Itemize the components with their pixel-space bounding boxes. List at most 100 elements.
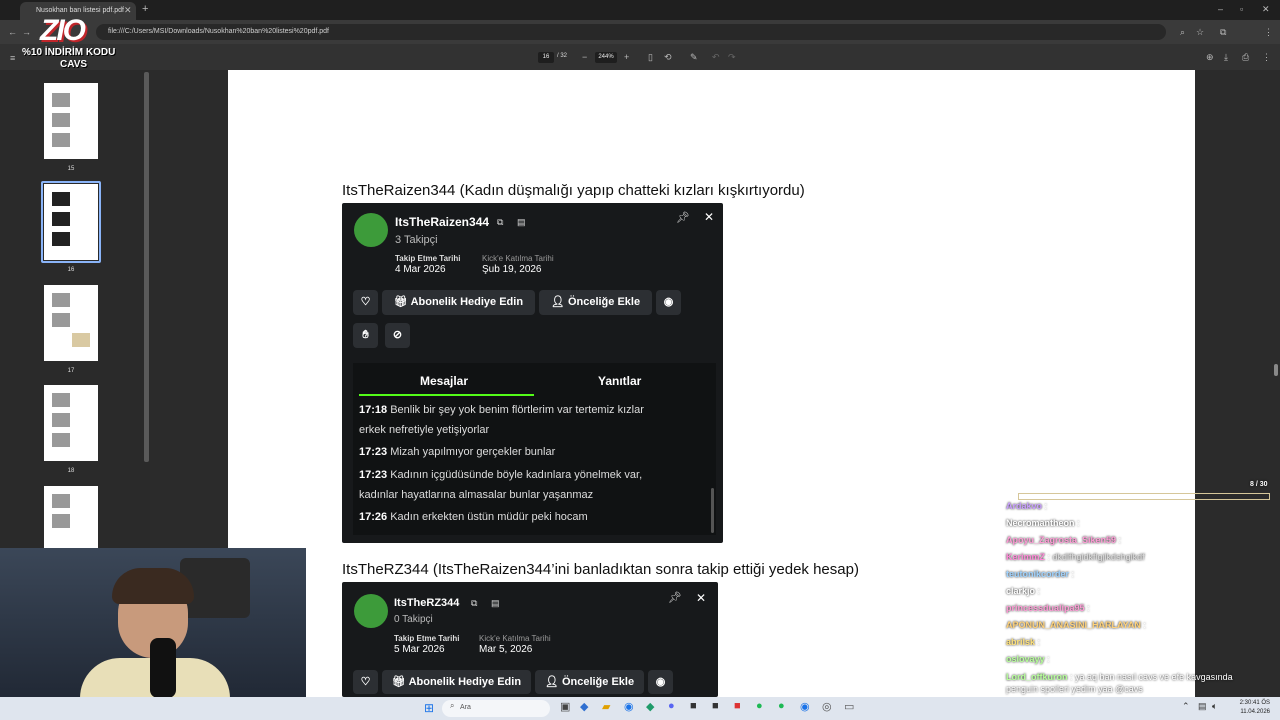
close-window-icon[interactable]: ✕ <box>1262 3 1270 15</box>
taskbar-search[interactable]: Ara <box>442 700 550 717</box>
heart-icon: ♡ <box>360 296 371 308</box>
fit-page-icon[interactable]: ▯ <box>648 51 653 63</box>
app-icon[interactable]: ◆ <box>646 700 654 713</box>
maximize-icon[interactable]: ▫ <box>1240 3 1243 15</box>
close-icon[interactable]: ✕ <box>704 211 714 223</box>
widgets-icon[interactable]: ◆ <box>580 700 588 713</box>
thumbnail-label: 17 <box>67 368 75 374</box>
thumbnail-page-18[interactable] <box>44 385 98 461</box>
timeout-button[interactable]: ✋︎ <box>353 323 378 348</box>
pin-icon[interactable]: 📌︎ <box>676 212 690 224</box>
spotify-icon[interactable]: ● <box>756 700 763 712</box>
heart-button[interactable]: ♡ <box>353 670 378 694</box>
chat-line: abrilsk : <box>1006 637 1041 647</box>
promo-code-value: CAVS <box>60 59 88 70</box>
ban-button[interactable]: ⊘ <box>385 323 410 348</box>
bookmark-star-icon[interactable]: ☆ <box>1196 26 1204 38</box>
app-icon[interactable]: ■ <box>734 700 741 712</box>
add-priority-button[interactable]: 👤︎ Önceliğe Ekle <box>539 290 652 315</box>
chat-line: clarkjo : <box>1006 586 1041 596</box>
print-icon[interactable]: ⎙ <box>1242 51 1249 63</box>
promo-code-text: %10 İNDİRİM KODU <box>22 47 116 58</box>
heart-button[interactable]: ♡ <box>353 290 378 315</box>
sidebar-menu-icon[interactable]: ≡ <box>10 52 15 64</box>
rotate-icon[interactable]: ⟲ <box>664 51 672 63</box>
page-number-input[interactable]: 16 <box>538 52 554 63</box>
taskbar-clock[interactable]: 2:30:41 ÖS 11.04.2026 <box>1232 699 1270 717</box>
chrome-icon[interactable]: ◉ <box>624 700 634 713</box>
redo-icon[interactable]: ↷ <box>728 51 736 63</box>
watch-button[interactable]: ◉ <box>648 670 673 694</box>
url-field[interactable]: file:///C:/Users/MSI/Downloads/Nusokhan%… <box>96 24 1166 40</box>
eye-icon: ◉ <box>655 676 666 688</box>
network-icon[interactable]: ▤ <box>1198 701 1207 712</box>
close-icon[interactable]: ✕ <box>696 592 706 604</box>
gift-subscription-button[interactable]: 🎁︎ Abonelik Hediye Edin <box>382 670 531 694</box>
windows-start-icon[interactable]: ⊞ <box>424 701 434 715</box>
thumbnail-label: 15 <box>67 166 75 172</box>
app-icon[interactable]: ▭ <box>844 700 854 713</box>
gift-subscription-button[interactable]: 🎁︎ Abonelik Hediye Edin <box>382 290 535 315</box>
copy-icon[interactable]: ⧉ <box>497 216 503 228</box>
obs-icon[interactable]: ◎ <box>822 700 832 713</box>
taskview-icon[interactable]: ▣ <box>560 700 570 713</box>
messages-scrollbar[interactable] <box>711 488 714 533</box>
thumbnail-page-16[interactable] <box>44 184 98 260</box>
join-date: Mar 5, 2026 <box>479 644 533 655</box>
tab-messages[interactable]: Mesajlar <box>420 374 468 388</box>
browser-tab-bar: Nusokhan ban listesi pdf.pdf ✕ + – ▫ ✕ <box>0 0 1280 20</box>
chrome-icon[interactable]: ◉ <box>800 700 810 713</box>
save-icon[interactable]: ⊕ <box>1206 51 1214 63</box>
spotify-icon[interactable]: ● <box>778 700 785 712</box>
sidebar-scrollbar[interactable] <box>144 72 149 462</box>
chat-message: 17:23 Kadının içgüdüsünde böyle kadınlar… <box>359 469 643 501</box>
profile-card-icon[interactable]: ▤ <box>517 216 526 228</box>
close-tab-icon[interactable]: ✕ <box>124 4 132 16</box>
add-priority-label: Önceliğe Ekle <box>567 296 641 308</box>
join-date-label: Kick'e Katılma Tarihi <box>479 634 551 643</box>
thumbnail-page-19[interactable] <box>44 486 98 548</box>
chat-line: Lord_offkuron : ya aq ban nasıl cavs ve … <box>1006 672 1233 694</box>
chat-line: Apoyu_Zagrosta_Siken59 : <box>1006 535 1122 545</box>
main-scrollbar[interactable] <box>1274 74 1278 674</box>
gift-icon: 🎁︎ <box>391 676 409 688</box>
gift-subscription-label: Abonelik Hediye Edin <box>408 676 522 688</box>
menu-dots-icon[interactable]: ⋮ <box>1264 26 1273 38</box>
discord-icon[interactable]: ● <box>668 700 675 712</box>
zoom-out-icon[interactable]: − <box>582 51 587 63</box>
thumbnail-label: 16 <box>67 267 75 273</box>
chat-line: Ardakvo : <box>1006 501 1048 511</box>
add-user-icon: 👤︎ <box>550 296 568 308</box>
zoom-icon[interactable]: ⌕ <box>1180 26 1185 38</box>
annotate-icon[interactable]: ✎ <box>690 51 698 63</box>
follow-date: 4 Mar 2026 <box>395 264 446 275</box>
undo-icon[interactable]: ↶ <box>712 51 720 63</box>
back-icon[interactable]: ← <box>8 26 17 38</box>
thumbnail-page-17[interactable] <box>44 285 98 361</box>
pin-icon[interactable]: 📌︎ <box>668 592 682 604</box>
chat-progress-count: 8 / 30 <box>1250 481 1268 488</box>
forward-icon[interactable]: → <box>22 26 31 38</box>
profile-card-icon[interactable]: ▤ <box>491 597 500 609</box>
tab-replies[interactable]: Yanıtlar <box>598 374 641 388</box>
explorer-icon[interactable]: ▰ <box>602 700 610 713</box>
add-priority-button[interactable]: 👤︎ Önceliğe Ekle <box>535 670 644 694</box>
pdf-toolbar: ≡ 16 / 32 − 244% + ▯ ⟲ ✎ ↶ ↷ ⊕ ⤓ ⎙ ⋮ <box>0 44 1280 70</box>
more-options-icon[interactable]: ⋮ <box>1262 51 1271 63</box>
download-icon[interactable]: ⤓ <box>1224 51 1228 63</box>
thumbnail-page-15[interactable] <box>44 83 98 159</box>
new-tab-icon[interactable]: + <box>142 3 148 15</box>
app-icon[interactable]: ■ <box>690 700 697 712</box>
zoom-in-icon[interactable]: + <box>624 51 629 63</box>
copy-icon[interactable]: ⧉ <box>471 597 477 609</box>
extensions-icon[interactable]: ⧉ <box>1220 26 1226 38</box>
entry-heading: ItsTheRaizen344 (Kadın düşmalığı yapıp c… <box>342 182 805 199</box>
chat-line: APONUN_ANASINI_HARLAYAN : <box>1006 620 1146 630</box>
app-icon[interactable]: ■ <box>712 700 719 712</box>
tray-chevron-icon[interactable]: ⌃ <box>1182 701 1190 712</box>
follower-count: 3 Takipçi <box>395 234 438 246</box>
volume-icon[interactable]: 🔈︎ <box>1212 701 1217 712</box>
zoom-input[interactable]: 244% <box>595 52 617 63</box>
watch-button[interactable]: ◉ <box>656 290 681 315</box>
minimize-icon[interactable]: – <box>1218 3 1223 15</box>
